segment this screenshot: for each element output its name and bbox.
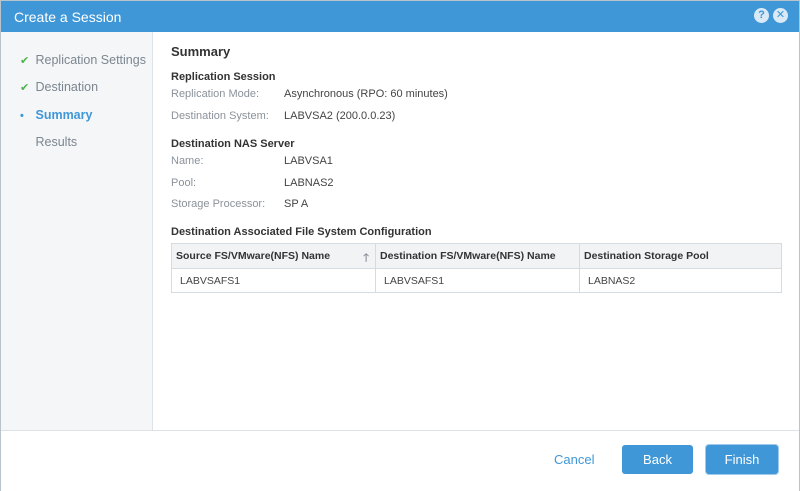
step-label: Replication Settings [35, 53, 146, 67]
checkmark-icon: ✔ [20, 55, 30, 67]
summary-panel: Summary Replication Session Replication … [153, 32, 799, 430]
checkmark-icon: ✔ [20, 82, 30, 94]
pool-value: LABNAS2 [284, 177, 334, 189]
column-header-storage-pool[interactable]: Destination Storage Pool [579, 243, 782, 269]
destination-system-label: Destination System: [171, 110, 269, 122]
storage-processor-label: Storage Processor: [171, 198, 266, 210]
nas-name-label: Name: [171, 155, 204, 167]
column-header-label: Source FS/VMware(NFS) Name [176, 250, 331, 262]
wizard-steps: ✔ Replication Settings ✔ Destination • S… [1, 32, 153, 430]
cancel-button[interactable]: Cancel [554, 452, 594, 467]
fs-config-table: Source FS/VMware(NFS) Name 🡑 Destination… [171, 243, 782, 293]
storage-processor-value: SP A [284, 198, 309, 210]
cell-destination-fs: LABVSAFS1 [375, 268, 580, 293]
pool-label: Pool: [171, 177, 197, 189]
destination-system-value: LABVSA2 (200.0.0.23) [284, 110, 396, 122]
current-step-dot-icon: • [20, 110, 24, 122]
title-bar: Create a Session ? ✕ [1, 1, 799, 32]
cell-source-fs: LABVSAFS1 [171, 268, 376, 293]
page-title: Summary [171, 44, 231, 59]
help-icon[interactable]: ? [754, 8, 769, 23]
step-replication-settings[interactable]: ✔ Replication Settings [20, 53, 146, 67]
step-results: Results [20, 135, 77, 149]
step-label: Destination [35, 80, 99, 94]
dialog-footer: Cancel Back Finish [1, 430, 799, 491]
finish-button[interactable]: Finish [706, 445, 778, 474]
table-header-row: Source FS/VMware(NFS) Name 🡑 Destination… [171, 243, 782, 269]
column-header-destination[interactable]: Destination FS/VMware(NFS) Name [375, 243, 580, 269]
back-button[interactable]: Back [622, 445, 693, 474]
cell-storage-pool: LABNAS2 [579, 268, 782, 293]
dialog-title: Create a Session [14, 9, 122, 25]
replication-mode-value: Asynchronous (RPO: 60 minutes) [284, 88, 448, 100]
create-session-dialog: Create a Session ? ✕ ✔ Replication Setti… [0, 0, 800, 491]
sort-ascending-icon[interactable]: 🡑 [363, 249, 369, 268]
step-label: Summary [35, 108, 93, 122]
nas-name-value: LABVSA1 [284, 155, 333, 167]
column-header-source[interactable]: Source FS/VMware(NFS) Name 🡑 [171, 243, 376, 269]
replication-mode-label: Replication Mode: [171, 88, 260, 100]
fs-config-heading: Destination Associated File System Confi… [171, 226, 432, 238]
step-destination[interactable]: ✔ Destination [20, 80, 98, 94]
step-summary[interactable]: • Summary [20, 108, 92, 122]
step-label: Results [35, 135, 78, 149]
close-icon[interactable]: ✕ [773, 8, 788, 23]
destination-nas-heading: Destination NAS Server [171, 138, 295, 150]
table-row[interactable]: LABVSAFS1 LABVSAFS1 LABNAS2 [171, 268, 782, 293]
replication-session-heading: Replication Session [171, 71, 276, 83]
